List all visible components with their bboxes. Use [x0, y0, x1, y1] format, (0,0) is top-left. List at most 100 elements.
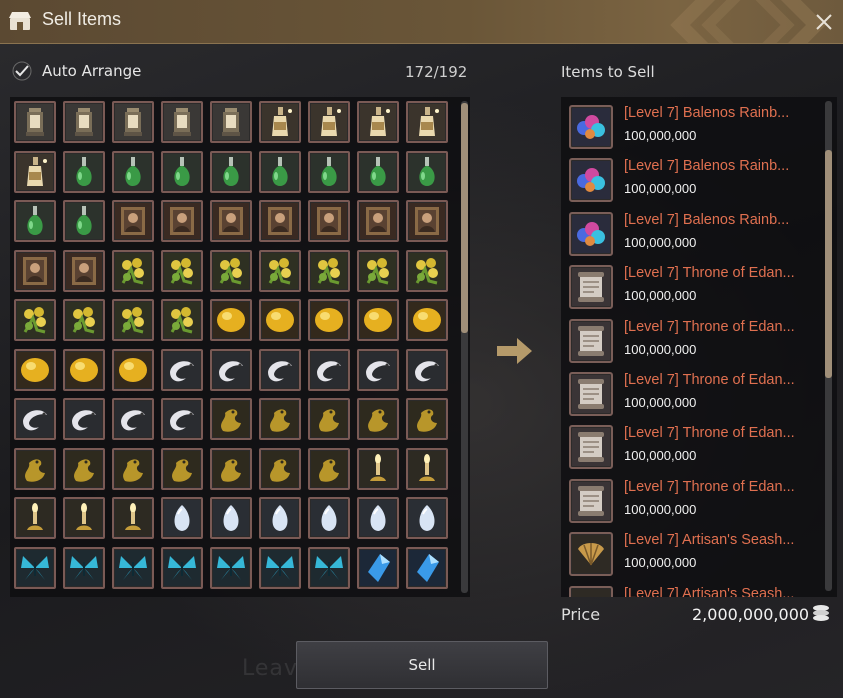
inventory-slot[interactable] [259, 348, 301, 391]
inventory-slot[interactable] [14, 497, 56, 539]
inventory-slot[interactable] [308, 348, 350, 391]
inventory-slot[interactable] [14, 150, 56, 193]
inventory-slot[interactable] [14, 299, 56, 341]
sell-list-item[interactable]: [Level 7] Balenos Rainb... 100,000,000 [569, 208, 819, 258]
inventory-slot[interactable] [210, 497, 252, 539]
inventory-slot[interactable] [63, 348, 105, 391]
inventory-slot[interactable] [357, 249, 399, 292]
sell-list-item[interactable]: [Level 7] Balenos Rainb... 100,000,000 [569, 154, 819, 204]
sell-list-item[interactable]: [Level 7] Throne of Edan... 100,000,000 [569, 421, 819, 471]
inventory-slot[interactable] [161, 101, 203, 143]
sell-list-item[interactable]: [Level 7] Balenos Rainb... 100,000,000 [569, 101, 819, 151]
inventory-slot[interactable] [63, 299, 105, 341]
inventory-slot[interactable] [406, 299, 448, 341]
inventory-slot[interactable] [112, 546, 154, 589]
inventory-slot[interactable] [63, 447, 105, 490]
inventory-slot[interactable] [63, 101, 105, 143]
inventory-slot[interactable] [63, 546, 105, 589]
inventory-slot[interactable] [357, 546, 399, 589]
inventory-slot[interactable] [210, 200, 252, 242]
inventory-slot[interactable] [259, 200, 301, 242]
inventory-slot[interactable] [357, 150, 399, 193]
inventory-slot[interactable] [406, 249, 448, 292]
sell-list-item[interactable]: [Level 7] Artisan's Seash... 100,000,000 [569, 528, 819, 578]
inventory-slot[interactable] [161, 200, 203, 242]
sell-list-item[interactable]: [Level 7] Throne of Edan... 100,000,000 [569, 368, 819, 418]
sell-list-item[interactable]: [Level 7] Throne of Edan... 100,000,000 [569, 315, 819, 365]
inventory-slot[interactable] [161, 447, 203, 490]
inventory-slot[interactable] [308, 497, 350, 539]
inventory-slot[interactable] [14, 101, 56, 143]
inventory-slot[interactable] [161, 249, 203, 292]
inventory-slot[interactable] [112, 200, 154, 242]
inventory-slot[interactable] [63, 497, 105, 539]
inventory-slot[interactable] [14, 546, 56, 589]
inventory-slot[interactable] [406, 150, 448, 193]
inventory-slot[interactable] [161, 497, 203, 539]
inventory-slot[interactable] [308, 546, 350, 589]
inventory-slot[interactable] [357, 101, 399, 143]
inventory-slot[interactable] [406, 497, 448, 539]
inventory-slot[interactable] [210, 398, 252, 440]
sell-list-scroll-thumb[interactable] [825, 150, 832, 378]
inventory-slot[interactable] [63, 249, 105, 292]
inventory-slot[interactable] [210, 447, 252, 490]
inventory-slot[interactable] [406, 398, 448, 440]
inventory-slot[interactable] [406, 546, 448, 589]
sell-list-item[interactable]: [Level 7] Throne of Edan... 100,000,000 [569, 475, 819, 525]
inventory-slot[interactable] [259, 497, 301, 539]
inventory-slot[interactable] [308, 150, 350, 193]
inventory-slot[interactable] [112, 249, 154, 292]
inventory-slot[interactable] [63, 200, 105, 242]
inventory-slot[interactable] [161, 150, 203, 193]
inventory-slot[interactable] [357, 299, 399, 341]
inventory-slot[interactable] [112, 447, 154, 490]
inventory-slot[interactable] [14, 348, 56, 391]
inventory-slot[interactable] [259, 150, 301, 193]
inventory-slot[interactable] [259, 398, 301, 440]
inventory-slot[interactable] [161, 398, 203, 440]
inventory-slot[interactable] [112, 150, 154, 193]
sell-list-item[interactable]: [Level 7] Throne of Edan... 100,000,000 [569, 261, 819, 311]
inventory-slot[interactable] [112, 497, 154, 539]
inventory-slot[interactable] [63, 398, 105, 440]
inventory-slot[interactable] [308, 398, 350, 440]
inventory-slot[interactable] [161, 546, 203, 589]
inventory-slot[interactable] [210, 348, 252, 391]
inventory-slot[interactable] [161, 299, 203, 341]
inventory-slot[interactable] [357, 497, 399, 539]
inventory-slot[interactable] [112, 348, 154, 391]
inventory-slot[interactable] [210, 101, 252, 143]
inventory-slot[interactable] [308, 249, 350, 292]
inventory-slot[interactable] [210, 150, 252, 193]
inventory-slot[interactable] [259, 546, 301, 589]
inventory-slot[interactable] [357, 447, 399, 490]
inventory-slot[interactable] [357, 398, 399, 440]
inventory-slot[interactable] [259, 299, 301, 341]
inventory-slot[interactable] [210, 299, 252, 341]
inventory-slot[interactable] [357, 200, 399, 242]
inventory-slot[interactable] [14, 447, 56, 490]
inventory-slot[interactable] [308, 447, 350, 490]
inventory-slot[interactable] [14, 249, 56, 292]
inventory-slot[interactable] [112, 101, 154, 143]
inventory-scroll-thumb[interactable] [461, 103, 468, 333]
close-icon[interactable] [811, 9, 837, 35]
inventory-slot[interactable] [112, 398, 154, 440]
sell-list-item[interactable]: [Level 7] Artisan's Seash... [569, 582, 819, 597]
inventory-slot[interactable] [259, 101, 301, 143]
inventory-slot[interactable] [259, 447, 301, 490]
inventory-slot[interactable] [308, 299, 350, 341]
inventory-slot[interactable] [161, 348, 203, 391]
inventory-slot[interactable] [406, 101, 448, 143]
inventory-slot[interactable] [210, 546, 252, 589]
inventory-slot[interactable] [308, 200, 350, 242]
inventory-slot[interactable] [357, 348, 399, 391]
inventory-slot[interactable] [14, 398, 56, 440]
inventory-slot[interactable] [406, 200, 448, 242]
inventory-slot[interactable] [406, 348, 448, 391]
inventory-slot[interactable] [14, 200, 56, 242]
inventory-slot[interactable] [210, 249, 252, 292]
sell-button[interactable]: Sell [296, 641, 548, 689]
auto-arrange-toggle[interactable]: Auto Arrange [12, 60, 141, 82]
